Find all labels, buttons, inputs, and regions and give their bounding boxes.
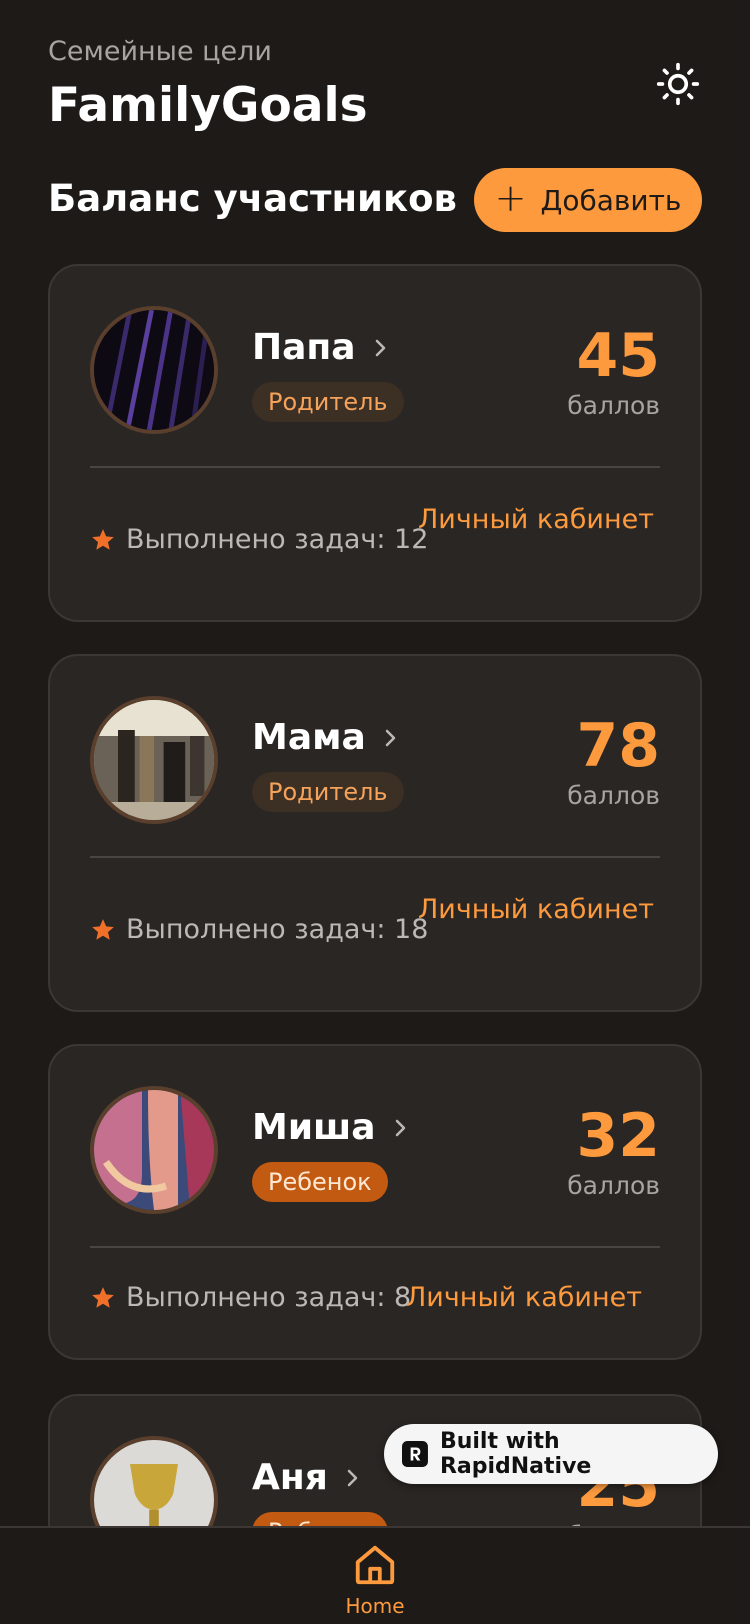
tasks-text: Выполнено задач: 8: [126, 1282, 412, 1313]
sun-icon: [656, 62, 700, 106]
avatar: [90, 696, 218, 824]
points-value: 32: [576, 1101, 661, 1171]
built-with-label: Built with RapidNative: [439, 1429, 592, 1479]
member-card[interactable]: Мама Родитель 78 баллов Выполнено задач:…: [48, 654, 702, 1012]
nav-home-tab[interactable]: Home: [340, 1528, 410, 1624]
member-card[interactable]: Папа Родитель 45 баллов Выполнено задач:…: [48, 264, 702, 622]
points-label: баллов: [567, 1171, 660, 1200]
chevron-right-icon: [347, 1469, 358, 1487]
role-badge: Ребенок: [252, 1162, 388, 1202]
personal-cabinet-link[interactable]: Личный кабинет: [418, 894, 654, 925]
section-title: Баланс участников: [48, 177, 457, 220]
points-value: 78: [576, 711, 661, 781]
personal-cabinet-link[interactable]: Личный кабинет: [418, 504, 654, 535]
app-subtitle: Семейные цели: [48, 36, 272, 67]
nav-home-label: Home: [345, 1594, 405, 1618]
member-name-row[interactable]: Мама: [252, 714, 402, 762]
personal-cabinet-link[interactable]: Личный кабинет: [406, 1282, 642, 1313]
divider: [90, 466, 660, 468]
theme-toggle-button[interactable]: [650, 56, 706, 112]
section-header: Баланс участников + Добавить: [48, 166, 702, 232]
points-display: 78 баллов: [567, 712, 660, 812]
home-icon: [355, 1545, 395, 1585]
app-title: FamilyGoals: [48, 78, 368, 133]
member-name: Папа: [252, 327, 356, 368]
bottom-nav: Home: [0, 1526, 750, 1624]
add-button-label: Добавить: [540, 183, 682, 217]
points-display: 45 баллов: [567, 322, 660, 422]
divider: [90, 856, 660, 858]
screen: Семейные цели FamilyGoals Баланс участни…: [0, 0, 750, 1624]
points-display: 32 баллов: [567, 1102, 660, 1202]
role-badge: Родитель: [252, 382, 404, 422]
member-name: Мама: [252, 717, 366, 758]
add-member-button[interactable]: + Добавить: [474, 168, 702, 232]
tasks-text: Выполнено задач: 18: [126, 914, 429, 945]
avatar: [90, 1086, 218, 1214]
divider: [90, 1246, 660, 1248]
member-name-row[interactable]: Миша: [252, 1104, 412, 1152]
member-name: Миша: [252, 1107, 376, 1148]
points-value: 45: [576, 321, 661, 391]
header: Семейные цели FamilyGoals: [48, 34, 368, 138]
built-with-badge[interactable]: Built with RapidNative: [384, 1424, 718, 1484]
chevron-right-icon: [385, 729, 396, 747]
tasks-completed: Выполнено задач: 8: [90, 1282, 411, 1313]
role-badge: Родитель: [252, 772, 404, 812]
chevron-right-icon: [395, 1119, 405, 1137]
star-icon: [92, 528, 114, 550]
star-icon: [92, 918, 114, 940]
tasks-text: Выполнено задач: 12: [126, 524, 429, 555]
member-name-row[interactable]: Аня: [252, 1454, 364, 1502]
member-name-row[interactable]: Папа: [252, 324, 392, 372]
plus-icon: +: [494, 176, 527, 220]
tasks-completed: Выполнено задач: 18: [90, 914, 428, 945]
avatar: [90, 306, 218, 434]
star-icon: [92, 1286, 114, 1308]
points-label: баллов: [567, 781, 660, 810]
member-card[interactable]: Миша Ребенок 32 баллов Выполнено задач: …: [48, 1044, 702, 1360]
chevron-right-icon: [375, 339, 385, 357]
points-label: баллов: [567, 391, 660, 420]
tasks-completed: Выполнено задач: 12: [90, 524, 428, 555]
member-name: Аня: [252, 1457, 328, 1498]
rapidnative-logo-icon: [402, 1441, 428, 1467]
